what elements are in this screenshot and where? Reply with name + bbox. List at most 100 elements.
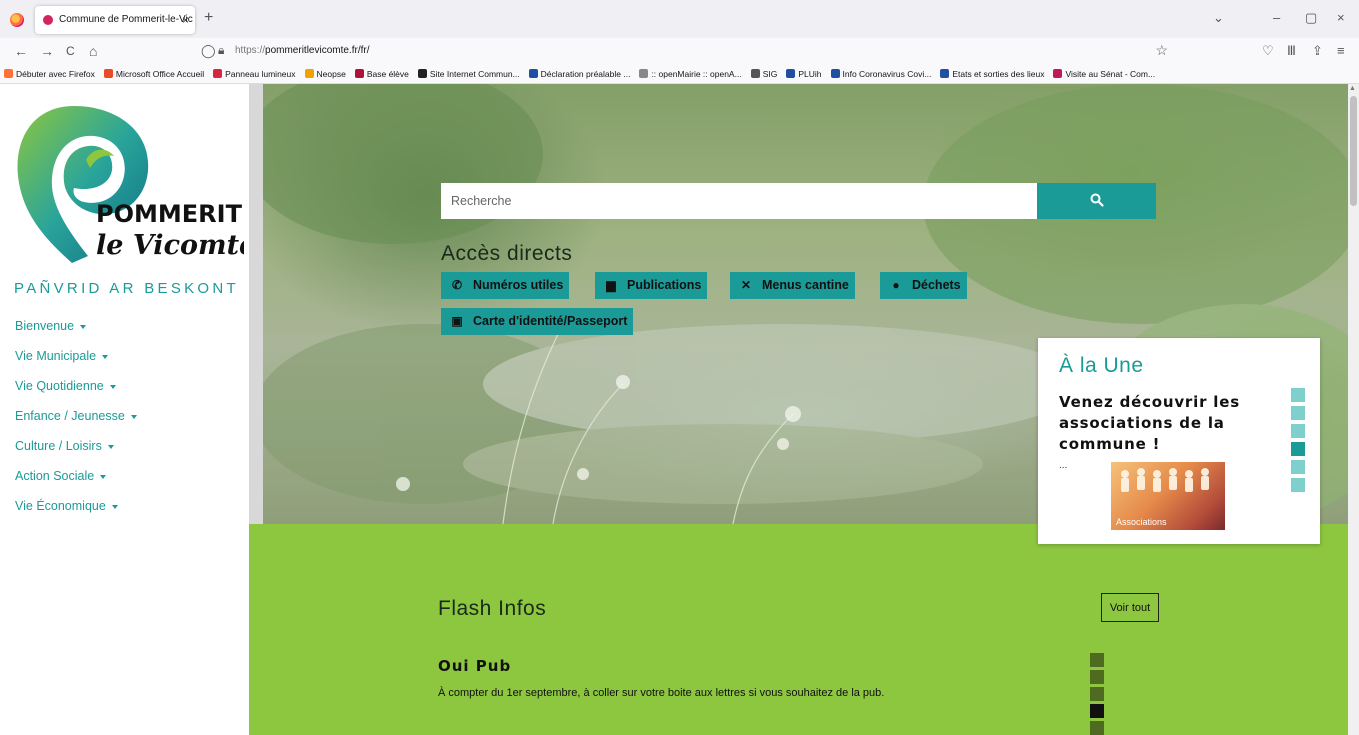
pager-dot-active[interactable]: [1090, 704, 1104, 718]
bookmark-favicon-icon: [830, 69, 840, 78]
caret-down-icon: [100, 474, 107, 479]
bookmark-item[interactable]: Débuter avec Firefox: [4, 69, 95, 79]
pager-dot[interactable]: [1090, 670, 1104, 684]
bookmark-item[interactable]: Microsoft Office Accueil: [103, 69, 204, 79]
quick-link-numeros-utiles[interactable]: ✆ Numéros utiles: [441, 272, 570, 299]
page-scrollbar[interactable]: ▲: [1348, 84, 1359, 735]
search-icon: [1090, 193, 1104, 207]
flash-item-text: À compter du 1er septembre, à coller sur…: [438, 687, 885, 699]
scroll-up-icon[interactable]: ▲: [1349, 85, 1356, 92]
flash-infos-title: Flash Infos: [438, 597, 547, 620]
quick-link-dechets[interactable]: ● Déchets: [880, 272, 967, 299]
bookmark-item[interactable]: Base élève: [354, 68, 409, 79]
reload-icon[interactable]: C: [66, 42, 75, 60]
bookmark-item[interactable]: :: openMairie :: openA...: [639, 69, 742, 79]
menu-item[interactable]: Enfance / Jeunesse: [15, 408, 137, 438]
pager-dot[interactable]: [1291, 424, 1305, 438]
bookmark-label: Visite au Sénat - Com...: [1065, 68, 1156, 79]
page: POMMERIT le Vicomte PAÑVRID AR BESKONT B…: [0, 84, 1359, 735]
browser-nav-bar: ← → C ⌂ ◯ 🔒︎ https://pommeritlevicomte.f…: [0, 38, 1359, 64]
quick-link-carte-identite[interactable]: ▣ Carte d'identité/Passeport: [441, 308, 634, 335]
search-input[interactable]: [441, 183, 1037, 219]
commune-logo[interactable]: POMMERIT le Vicomte: [14, 98, 244, 268]
bookmark-label: SIG: [762, 68, 778, 79]
menu-item[interactable]: Vie Économique: [15, 498, 137, 528]
menu-hamburger-icon[interactable]: ≡: [1337, 43, 1345, 58]
associations-image[interactable]: Associations: [1111, 462, 1225, 530]
menu-item-label: Action Sociale: [15, 469, 95, 483]
bookmark-item[interactable]: Panneau lumineux: [213, 68, 296, 79]
back-icon[interactable]: ←: [14, 42, 28, 60]
bookmark-favicon-icon: [103, 69, 113, 78]
forward-icon[interactable]: →: [40, 42, 54, 60]
menu-item-label: Vie Économique: [15, 499, 106, 513]
library-icon[interactable]: Ⅲ: [1287, 43, 1296, 59]
menu-item-label: Vie Municipale: [15, 349, 97, 363]
share-icon[interactable]: ⇪: [1312, 43, 1323, 59]
pager-dot[interactable]: [1291, 478, 1305, 492]
bookmark-label: Etats et sorties des lieux: [952, 68, 1045, 79]
url-bar[interactable]: ◯ 🔒︎ https://pommeritlevicomte.fr/fr/ ☆: [193, 40, 1176, 62]
bookmark-item[interactable]: PLUih: [786, 68, 822, 79]
bookmark-item[interactable]: Info Coronavirus Covi...: [830, 69, 931, 79]
pocket-icon[interactable]: ♡: [1262, 43, 1274, 59]
lock-icon[interactable]: 🔒︎: [218, 43, 224, 58]
bookmark-favicon-icon: [304, 69, 314, 78]
associations-image-label: Associations: [1116, 517, 1167, 527]
a-la-une-article-title[interactable]: Venez découvrir les associations de la c…: [1059, 392, 1269, 455]
firefox-icon[interactable]: [10, 13, 24, 27]
menu-item-label: Culture / Loisirs: [15, 439, 102, 453]
bookmark-label: Panneau lumineux: [225, 68, 296, 79]
pager-dot[interactable]: [1291, 460, 1305, 474]
logo-name: POMMERIT: [96, 200, 243, 228]
url-text[interactable]: https://pommeritlevicomte.fr/fr/: [235, 45, 369, 56]
new-tab-icon[interactable]: +: [204, 9, 213, 27]
voir-tout-button[interactable]: Voir tout: [1101, 593, 1159, 622]
bookmark-favicon-icon: [1053, 69, 1063, 78]
pager-dot[interactable]: [1291, 406, 1305, 420]
bookmark-item[interactable]: Site Internet Commun...: [417, 69, 520, 79]
bookmark-item[interactable]: Visite au Sénat - Com...: [1053, 69, 1155, 79]
tracking-shield-icon[interactable]: ◯: [201, 43, 216, 59]
search-button[interactable]: [1037, 183, 1156, 219]
pager-dot[interactable]: [1291, 388, 1305, 402]
menu-item[interactable]: Culture / Loisirs: [15, 438, 137, 468]
search-form: [441, 183, 1156, 219]
caret-down-icon: [109, 384, 116, 389]
caret-down-icon: [111, 504, 118, 509]
menu-item-label: Bienvenue: [15, 319, 75, 333]
bookmark-item[interactable]: Déclaration préalable ...: [528, 68, 631, 79]
sidebar-divider: [249, 84, 263, 524]
menu-item[interactable]: Vie Municipale: [15, 348, 137, 378]
minimize-icon[interactable]: –: [1273, 10, 1280, 25]
pager-dot[interactable]: [1090, 687, 1104, 701]
pager-dot[interactable]: [1090, 721, 1104, 735]
restore-icon[interactable]: ▢: [1305, 10, 1317, 26]
paper-people-graphic: [1121, 468, 1209, 492]
bookmark-item[interactable]: Etats et sorties des lieux: [940, 69, 1044, 79]
book-icon: ▆: [606, 278, 616, 292]
quick-link-publications[interactable]: ▆ Publications: [595, 272, 708, 299]
bookmark-label: PLUih: [798, 68, 822, 79]
a-la-une-pager: [1291, 388, 1305, 496]
browser-tab[interactable]: Commune de Pommerit-le-Vic ×: [35, 6, 195, 34]
bookmark-star-icon[interactable]: ☆: [1155, 42, 1168, 59]
pager-dot[interactable]: [1090, 653, 1104, 667]
scrollbar-thumb[interactable]: [1350, 96, 1357, 206]
menu-item[interactable]: Vie Quotidienne: [15, 378, 137, 408]
menu-item[interactable]: Action Sociale: [15, 468, 137, 498]
menu-item[interactable]: Bienvenue: [15, 318, 137, 348]
flash-item-title[interactable]: Oui Pub: [438, 657, 511, 675]
bookmark-item[interactable]: Neopse: [304, 69, 346, 79]
bookmark-item[interactable]: SIG: [750, 68, 778, 79]
calendar-icon: ▣: [451, 314, 463, 328]
pager-dot-active[interactable]: [1291, 442, 1305, 456]
menu-item-label: Vie Quotidienne: [15, 379, 104, 393]
quick-link-menus-cantine[interactable]: ✕ Menus cantine: [730, 272, 855, 299]
tab-list-icon[interactable]: ⌄: [1213, 10, 1224, 26]
bookmark-label: Déclaration préalable ...: [540, 68, 631, 79]
home-icon[interactable]: ⌂: [89, 42, 97, 60]
window-close-icon[interactable]: ×: [1337, 10, 1345, 25]
tab-close-icon[interactable]: ×: [182, 6, 189, 34]
bookmark-label: Base élève: [366, 68, 409, 79]
